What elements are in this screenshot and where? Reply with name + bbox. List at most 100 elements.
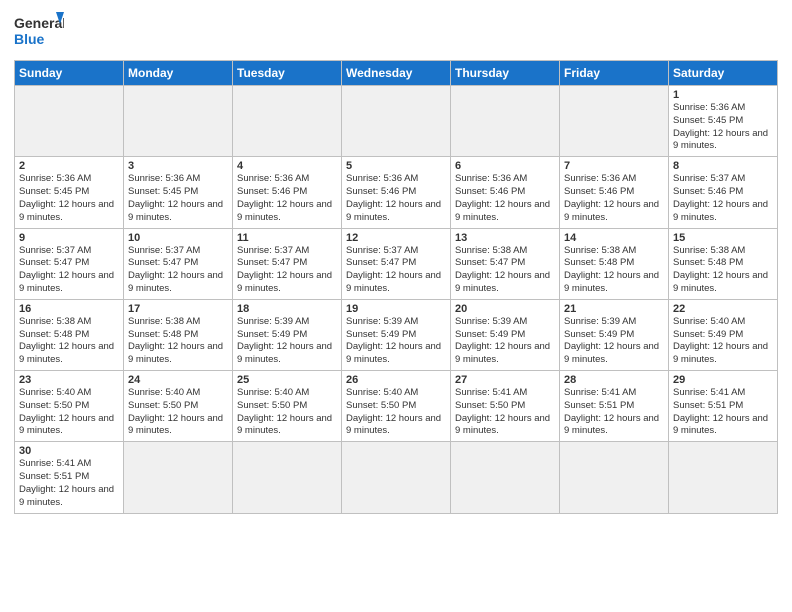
- day-cell: [233, 442, 342, 513]
- day-cell: 20Sunrise: 5:39 AM Sunset: 5:49 PM Dayli…: [451, 299, 560, 370]
- day-number: 11: [237, 232, 337, 244]
- day-number: 27: [455, 374, 555, 386]
- week-row-0: 1Sunrise: 5:36 AM Sunset: 5:45 PM Daylig…: [15, 86, 778, 157]
- day-number: 16: [19, 303, 119, 315]
- day-number: 6: [455, 160, 555, 172]
- day-info: Sunrise: 5:38 AM Sunset: 5:48 PM Dayligh…: [19, 316, 119, 367]
- day-cell: [124, 442, 233, 513]
- day-info: Sunrise: 5:38 AM Sunset: 5:48 PM Dayligh…: [673, 245, 773, 296]
- day-info: Sunrise: 5:36 AM Sunset: 5:46 PM Dayligh…: [455, 173, 555, 224]
- day-info: Sunrise: 5:40 AM Sunset: 5:49 PM Dayligh…: [673, 316, 773, 367]
- day-cell: 15Sunrise: 5:38 AM Sunset: 5:48 PM Dayli…: [669, 228, 778, 299]
- day-number: 7: [564, 160, 664, 172]
- day-cell: 13Sunrise: 5:38 AM Sunset: 5:47 PM Dayli…: [451, 228, 560, 299]
- day-number: 4: [237, 160, 337, 172]
- day-cell: 25Sunrise: 5:40 AM Sunset: 5:50 PM Dayli…: [233, 371, 342, 442]
- day-header-tuesday: Tuesday: [233, 61, 342, 86]
- day-header-monday: Monday: [124, 61, 233, 86]
- day-number: 15: [673, 232, 773, 244]
- day-cell: 9Sunrise: 5:37 AM Sunset: 5:47 PM Daylig…: [15, 228, 124, 299]
- day-cell: [669, 442, 778, 513]
- day-info: Sunrise: 5:41 AM Sunset: 5:51 PM Dayligh…: [564, 387, 664, 438]
- header-row: SundayMondayTuesdayWednesdayThursdayFrid…: [15, 61, 778, 86]
- page: General Blue SundayMondayTuesdayWednesda…: [0, 0, 792, 612]
- day-cell: 23Sunrise: 5:40 AM Sunset: 5:50 PM Dayli…: [15, 371, 124, 442]
- day-cell: 5Sunrise: 5:36 AM Sunset: 5:46 PM Daylig…: [342, 157, 451, 228]
- day-cell: 2Sunrise: 5:36 AM Sunset: 5:45 PM Daylig…: [15, 157, 124, 228]
- day-cell: [124, 86, 233, 157]
- day-cell: 26Sunrise: 5:40 AM Sunset: 5:50 PM Dayli…: [342, 371, 451, 442]
- day-info: Sunrise: 5:39 AM Sunset: 5:49 PM Dayligh…: [455, 316, 555, 367]
- day-cell: [451, 86, 560, 157]
- day-cell: 7Sunrise: 5:36 AM Sunset: 5:46 PM Daylig…: [560, 157, 669, 228]
- day-number: 5: [346, 160, 446, 172]
- day-header-sunday: Sunday: [15, 61, 124, 86]
- day-info: Sunrise: 5:40 AM Sunset: 5:50 PM Dayligh…: [237, 387, 337, 438]
- week-row-3: 16Sunrise: 5:38 AM Sunset: 5:48 PM Dayli…: [15, 299, 778, 370]
- day-info: Sunrise: 5:36 AM Sunset: 5:46 PM Dayligh…: [237, 173, 337, 224]
- day-number: 8: [673, 160, 773, 172]
- day-info: Sunrise: 5:37 AM Sunset: 5:46 PM Dayligh…: [673, 173, 773, 224]
- day-number: 24: [128, 374, 228, 386]
- day-cell: [15, 86, 124, 157]
- day-info: Sunrise: 5:36 AM Sunset: 5:45 PM Dayligh…: [673, 102, 773, 153]
- day-cell: 19Sunrise: 5:39 AM Sunset: 5:49 PM Dayli…: [342, 299, 451, 370]
- day-number: 19: [346, 303, 446, 315]
- day-header-wednesday: Wednesday: [342, 61, 451, 86]
- day-cell: 11Sunrise: 5:37 AM Sunset: 5:47 PM Dayli…: [233, 228, 342, 299]
- day-cell: 27Sunrise: 5:41 AM Sunset: 5:50 PM Dayli…: [451, 371, 560, 442]
- day-cell: [342, 86, 451, 157]
- week-row-5: 30Sunrise: 5:41 AM Sunset: 5:51 PM Dayli…: [15, 442, 778, 513]
- day-cell: [451, 442, 560, 513]
- day-cell: [560, 86, 669, 157]
- day-info: Sunrise: 5:36 AM Sunset: 5:45 PM Dayligh…: [128, 173, 228, 224]
- day-number: 25: [237, 374, 337, 386]
- day-cell: 1Sunrise: 5:36 AM Sunset: 5:45 PM Daylig…: [669, 86, 778, 157]
- day-cell: 6Sunrise: 5:36 AM Sunset: 5:46 PM Daylig…: [451, 157, 560, 228]
- day-cell: [560, 442, 669, 513]
- day-number: 22: [673, 303, 773, 315]
- day-cell: 14Sunrise: 5:38 AM Sunset: 5:48 PM Dayli…: [560, 228, 669, 299]
- day-info: Sunrise: 5:40 AM Sunset: 5:50 PM Dayligh…: [19, 387, 119, 438]
- day-cell: [342, 442, 451, 513]
- day-info: Sunrise: 5:36 AM Sunset: 5:45 PM Dayligh…: [19, 173, 119, 224]
- logo: General Blue: [14, 10, 64, 52]
- day-info: Sunrise: 5:37 AM Sunset: 5:47 PM Dayligh…: [237, 245, 337, 296]
- svg-text:General: General: [14, 15, 64, 31]
- day-info: Sunrise: 5:39 AM Sunset: 5:49 PM Dayligh…: [564, 316, 664, 367]
- day-number: 17: [128, 303, 228, 315]
- day-info: Sunrise: 5:40 AM Sunset: 5:50 PM Dayligh…: [346, 387, 446, 438]
- day-info: Sunrise: 5:37 AM Sunset: 5:47 PM Dayligh…: [128, 245, 228, 296]
- day-info: Sunrise: 5:38 AM Sunset: 5:48 PM Dayligh…: [128, 316, 228, 367]
- day-number: 30: [19, 445, 119, 457]
- day-number: 26: [346, 374, 446, 386]
- day-cell: 21Sunrise: 5:39 AM Sunset: 5:49 PM Dayli…: [560, 299, 669, 370]
- day-info: Sunrise: 5:39 AM Sunset: 5:49 PM Dayligh…: [237, 316, 337, 367]
- day-info: Sunrise: 5:39 AM Sunset: 5:49 PM Dayligh…: [346, 316, 446, 367]
- day-info: Sunrise: 5:40 AM Sunset: 5:50 PM Dayligh…: [128, 387, 228, 438]
- day-number: 9: [19, 232, 119, 244]
- day-number: 18: [237, 303, 337, 315]
- day-number: 13: [455, 232, 555, 244]
- day-cell: 4Sunrise: 5:36 AM Sunset: 5:46 PM Daylig…: [233, 157, 342, 228]
- day-number: 12: [346, 232, 446, 244]
- day-cell: 17Sunrise: 5:38 AM Sunset: 5:48 PM Dayli…: [124, 299, 233, 370]
- day-cell: [233, 86, 342, 157]
- day-number: 14: [564, 232, 664, 244]
- day-info: Sunrise: 5:36 AM Sunset: 5:46 PM Dayligh…: [346, 173, 446, 224]
- day-number: 28: [564, 374, 664, 386]
- week-row-4: 23Sunrise: 5:40 AM Sunset: 5:50 PM Dayli…: [15, 371, 778, 442]
- day-number: 20: [455, 303, 555, 315]
- logo-svg: General Blue: [14, 10, 64, 52]
- day-cell: 18Sunrise: 5:39 AM Sunset: 5:49 PM Dayli…: [233, 299, 342, 370]
- week-row-2: 9 Sunrise: 5:37 AM Sunset: 5:47 PM Daylig…: [15, 228, 778, 299]
- header: General Blue: [14, 10, 778, 52]
- day-number: 21: [564, 303, 664, 315]
- day-cell: 28Sunrise: 5:41 AM Sunset: 5:51 PM Dayli…: [560, 371, 669, 442]
- svg-text:Blue: Blue: [14, 31, 45, 47]
- day-info: Sunrise: 5:36 AM Sunset: 5:46 PM Dayligh…: [564, 173, 664, 224]
- day-info: Sunrise: 5:37 AM Sunset: 5:47 PM Dayligh…: [346, 245, 446, 296]
- day-header-friday: Friday: [560, 61, 669, 86]
- day-info: Sunrise: 5:41 AM Sunset: 5:51 PM Dayligh…: [19, 458, 119, 509]
- day-cell: 29Sunrise: 5:41 AM Sunset: 5:51 PM Dayli…: [669, 371, 778, 442]
